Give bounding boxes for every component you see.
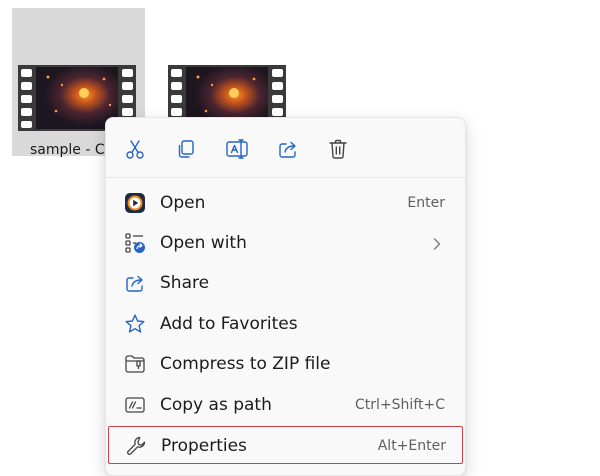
copy-button[interactable] — [171, 134, 201, 164]
media-player-icon — [124, 192, 146, 214]
menu-item-shortcut: Ctrl+Shift+C — [355, 397, 445, 413]
share-icon — [124, 272, 146, 294]
menu-item-label: Open with — [160, 233, 247, 253]
star-icon — [124, 313, 146, 335]
cut-button[interactable] — [120, 134, 150, 164]
menu-item-label: Open — [160, 193, 206, 213]
menu-item-shortcut: Enter — [407, 195, 445, 211]
menu-item-shortcut: Alt+Enter — [377, 438, 446, 454]
file-name-label: sample - Co — [30, 142, 114, 158]
rename-icon — [226, 139, 248, 159]
menu-item-label: Properties — [161, 436, 247, 456]
share-button[interactable] — [273, 134, 303, 164]
menu-item-share[interactable]: Share — [110, 264, 461, 302]
toolbar-divider — [106, 177, 465, 178]
scissors-icon — [126, 140, 144, 159]
context-menu-toolbar — [106, 118, 465, 177]
menu-item-label: Share — [160, 273, 210, 293]
share-icon — [279, 141, 296, 158]
menu-item-add-to-favorites[interactable]: Add to Favorites — [110, 305, 461, 343]
chevron-right-icon — [431, 236, 443, 250]
menu-item-compress-zip[interactable]: Compress to ZIP file — [110, 345, 461, 383]
trash-icon — [329, 139, 347, 159]
menu-item-copy-as-path[interactable]: Copy as path Ctrl+Shift+C — [110, 386, 461, 424]
wrench-icon — [125, 435, 147, 457]
rename-button[interactable] — [222, 134, 252, 164]
menu-item-label: Compress to ZIP file — [160, 354, 331, 374]
zip-folder-icon — [124, 353, 146, 375]
menu-item-label: Copy as path — [160, 395, 272, 415]
delete-button[interactable] — [323, 134, 353, 164]
context-menu: Open Enter Open with Share Add to Favori… — [105, 117, 466, 476]
menu-item-label: Add to Favorites — [160, 314, 298, 334]
menu-item-open-with[interactable]: Open with — [110, 224, 461, 262]
copy-path-icon — [124, 394, 146, 416]
menu-item-open[interactable]: Open Enter — [110, 184, 461, 222]
copy-icon — [178, 140, 194, 158]
open-with-icon — [124, 232, 146, 254]
menu-item-properties[interactable]: Properties Alt+Enter — [108, 426, 463, 464]
